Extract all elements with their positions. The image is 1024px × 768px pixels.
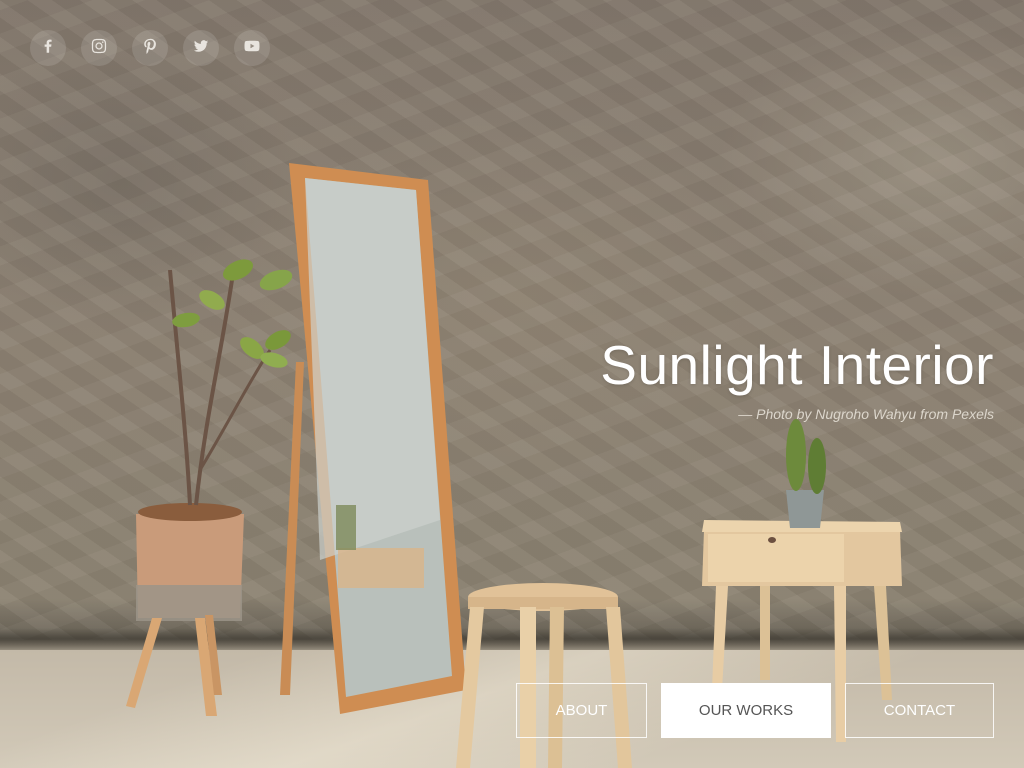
youtube-icon [243, 37, 261, 60]
instagram-link[interactable] [81, 30, 117, 66]
facebook-icon [39, 37, 57, 60]
facebook-link[interactable] [30, 30, 66, 66]
pinterest-link[interactable] [132, 30, 168, 66]
pinterest-icon [141, 37, 159, 60]
social-links [30, 30, 270, 66]
twitter-icon [192, 37, 210, 60]
our-works-button[interactable]: OUR WORKS [661, 683, 831, 738]
hero-section: Sunlight Interior — Photo by Nugroho Wah… [0, 0, 1024, 768]
youtube-link[interactable] [234, 30, 270, 66]
instagram-icon [90, 37, 108, 60]
photo-credit: — Photo by Nugroho Wahyu from Pexels [738, 406, 994, 422]
page-title: Sunlight Interior [600, 334, 994, 396]
twitter-link[interactable] [183, 30, 219, 66]
about-button[interactable]: ABOUT [516, 683, 647, 738]
contact-button[interactable]: CONTACT [845, 683, 994, 738]
